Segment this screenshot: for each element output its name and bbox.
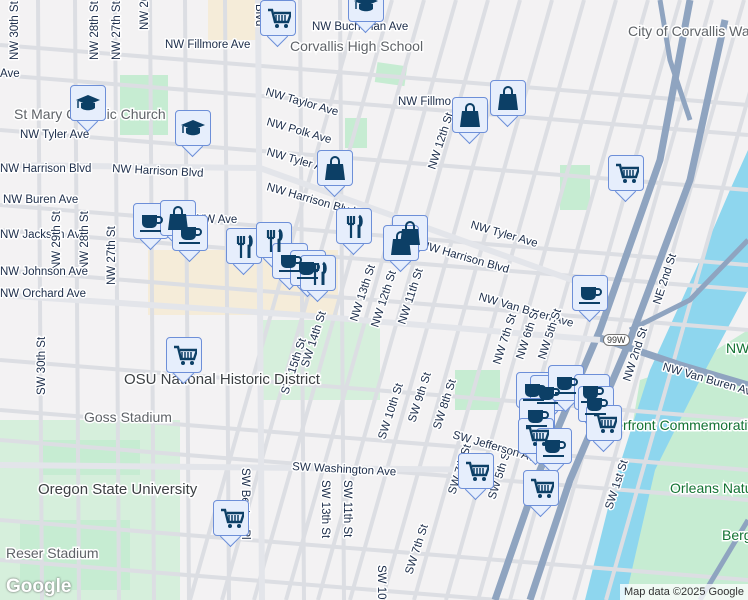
coffee-cup-icon <box>543 440 566 457</box>
school-marker[interactable] <box>348 0 384 34</box>
street-label: SW 30th St <box>36 336 48 395</box>
street-label: NW 28th St <box>79 210 91 270</box>
shopping-bag-icon <box>391 231 411 255</box>
marker-box <box>383 225 419 261</box>
cart-marker[interactable] <box>586 405 622 453</box>
street-label: NW 26th St <box>139 0 151 30</box>
restaurant-marker[interactable] <box>300 255 336 303</box>
street-label: NW 28th St <box>89 0 101 60</box>
school-marker[interactable] <box>175 110 211 158</box>
street-label: NW Fillmo <box>398 96 451 108</box>
street-label: SW 9th St <box>406 370 434 424</box>
coffee-marker[interactable] <box>172 215 208 263</box>
place-label[interactable]: City of Corvallis Wastewater... <box>627 22 748 41</box>
street-label: NW Jackson Ave <box>0 229 87 241</box>
shopping-cart-icon <box>616 163 639 183</box>
fork-knife-icon <box>346 214 363 238</box>
cart-marker[interactable] <box>458 453 494 501</box>
bag-marker[interactable] <box>317 150 353 198</box>
marker-box <box>226 228 262 264</box>
street-label: NW 27th St <box>111 0 123 60</box>
street-label: NW 11th St <box>396 266 426 326</box>
shopping-cart-icon <box>531 478 554 498</box>
street-label: NW 27th St <box>106 225 118 285</box>
marker-box <box>336 208 372 244</box>
fork-knife-icon <box>236 234 253 258</box>
cart-marker[interactable] <box>608 155 644 203</box>
street-label: NW 30th St <box>9 0 21 60</box>
restaurant-marker[interactable] <box>336 208 372 256</box>
map-attribution[interactable]: Map data ©2025 Google <box>619 584 748 600</box>
coffee-marker[interactable] <box>572 275 608 323</box>
marker-box <box>300 255 336 291</box>
street-label: SW 11th St <box>341 480 353 538</box>
bag-marker[interactable] <box>490 80 526 128</box>
graduation-cap-icon <box>181 120 205 136</box>
street-label: NW Fillmore Ave <box>165 39 250 51</box>
marker-box <box>70 85 106 121</box>
marker-box <box>452 97 488 133</box>
marker-box <box>572 275 608 311</box>
shopping-cart-icon <box>594 413 617 433</box>
cart-marker[interactable] <box>260 0 296 48</box>
place-label[interactable]: NW Riv <box>725 339 748 358</box>
shopping-bag-icon <box>325 156 345 180</box>
place-label[interactable]: Reser Stadium <box>5 544 101 563</box>
marker-box <box>175 110 211 146</box>
marker-box <box>458 453 494 489</box>
street-label: NW Orchard Ave <box>0 288 86 300</box>
coffee-cup-icon <box>579 287 602 304</box>
graduation-cap-icon <box>76 95 100 111</box>
marker-box <box>348 0 384 22</box>
marker-box <box>260 0 296 36</box>
street-label: NW Johnson Ave <box>0 266 88 278</box>
marker-box <box>586 405 622 441</box>
bag-marker[interactable] <box>452 97 488 145</box>
coffee-marker[interactable] <box>536 428 572 476</box>
cart-marker[interactable] <box>213 500 249 548</box>
coffee-cup-icon <box>179 227 202 244</box>
fork-knife-icon <box>310 261 327 285</box>
marker-box <box>536 428 572 464</box>
marker-box <box>133 203 169 239</box>
street-label: NW Harrison Blvd <box>0 163 91 175</box>
place-label[interactable]: Corvallis High School <box>289 37 425 56</box>
place-label[interactable]: Oregon State University <box>37 480 200 500</box>
marker-box <box>213 500 249 536</box>
coffee-cup-icon <box>140 215 163 232</box>
marker-box <box>172 215 208 251</box>
place-label[interactable]: OSU National Historic District <box>123 370 323 390</box>
marker-box <box>317 150 353 186</box>
shopping-cart-icon <box>174 345 197 365</box>
place-label[interactable]: Goss Stadium <box>83 408 174 427</box>
map-canvas[interactable]: NW 30th St NW 28th St NW 27th St NW 26th St… <box>0 0 748 600</box>
marker-box <box>608 155 644 191</box>
bag-marker[interactable] <box>383 225 419 273</box>
street-label: SW 13th St <box>319 480 331 539</box>
marker-box <box>166 337 202 373</box>
highway-99w-shield: 99W <box>603 334 630 346</box>
coffee-cup-icon <box>555 377 578 394</box>
kings-blvd-road <box>255 0 265 600</box>
campus-area <box>208 0 258 40</box>
marker-box <box>490 80 526 116</box>
shopping-bag-icon <box>460 103 480 127</box>
school-marker[interactable] <box>70 85 106 133</box>
street-label: SW 10th <box>375 565 387 600</box>
street-label: Ave <box>0 68 20 80</box>
shopping-cart-icon <box>466 461 489 481</box>
street-label: NW 29th St <box>51 210 63 270</box>
place-label[interactable]: Berg <box>721 526 748 545</box>
street-label: NW Buren Ave <box>3 194 78 206</box>
cart-marker[interactable] <box>166 337 202 385</box>
shopping-cart-icon <box>268 8 291 28</box>
cart-marker[interactable] <box>523 470 559 518</box>
street <box>0 73 748 137</box>
graduation-cap-icon <box>354 0 378 12</box>
shopping-cart-icon <box>221 508 244 528</box>
google-logo: Google <box>6 576 72 597</box>
place-label[interactable]: Orleans Natural Area <box>669 479 748 498</box>
marker-box <box>523 470 559 506</box>
shopping-bag-icon <box>498 86 518 110</box>
